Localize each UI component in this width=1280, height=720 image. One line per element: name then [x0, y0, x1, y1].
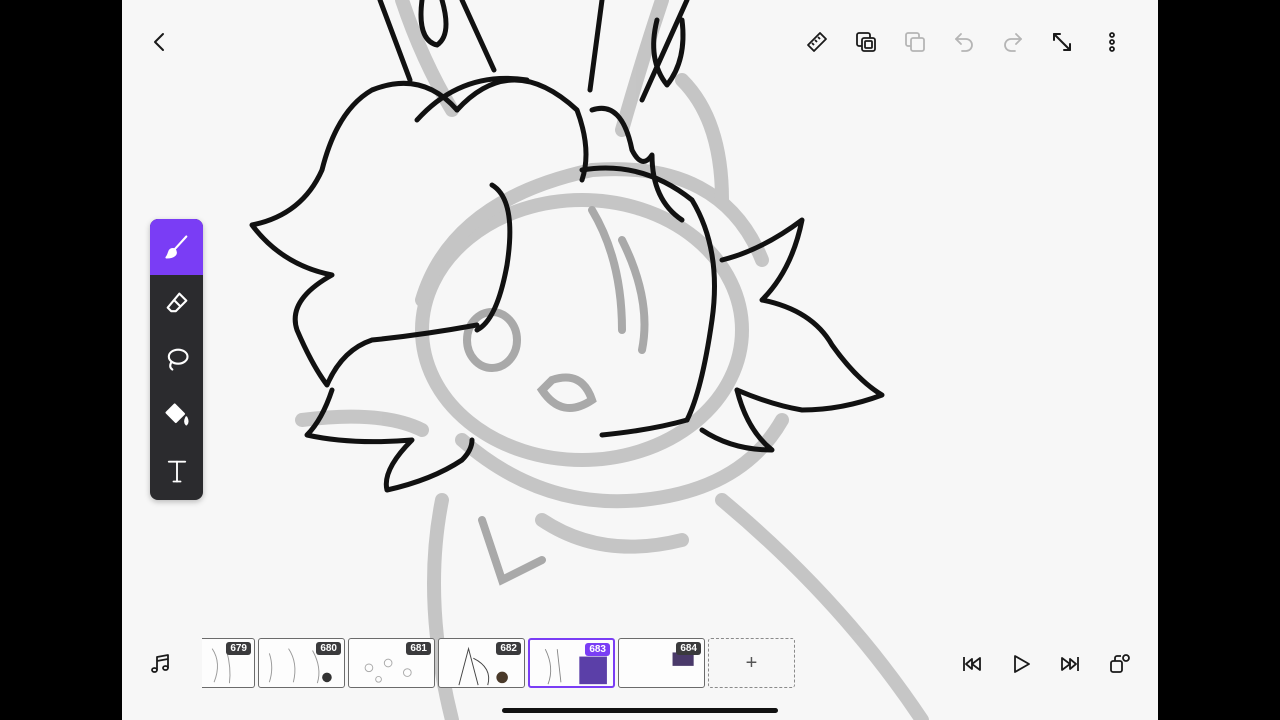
tool-palette — [150, 219, 203, 500]
redo-icon — [1004, 33, 1022, 52]
text-icon — [167, 460, 186, 483]
layers-icon — [1110, 654, 1130, 673]
home-indicator — [502, 708, 778, 713]
frame-thumbnail[interactable]: 684 — [618, 638, 705, 688]
more-button[interactable] — [1098, 28, 1126, 56]
play-button[interactable] — [1007, 650, 1035, 678]
frame-number: 681 — [406, 642, 431, 655]
music-button[interactable] — [146, 650, 174, 678]
skip-forward-button[interactable] — [1056, 650, 1084, 678]
layers-button[interactable] — [1106, 650, 1134, 678]
frame-thumbnail[interactable]: 681 — [348, 638, 435, 688]
ruler-button[interactable] — [803, 28, 831, 56]
redo-button[interactable] — [999, 28, 1027, 56]
onion-skin-icon — [856, 32, 876, 52]
lasso-tool[interactable] — [150, 331, 203, 387]
sketch-layer — [295, 0, 929, 720]
music-note-icon — [151, 654, 169, 673]
frame-thumbnail[interactable]: 680 — [258, 638, 345, 688]
skip-forward-icon — [1061, 657, 1079, 671]
drawing-canvas[interactable] — [122, 0, 1158, 720]
frame-number: 682 — [496, 642, 521, 655]
add-frame-label: + — [745, 651, 758, 674]
frame-number: 683 — [585, 643, 610, 656]
undo-button[interactable] — [950, 28, 978, 56]
fill-tool[interactable] — [150, 387, 203, 443]
frame-timeline[interactable]: 679 680 681 682 683 684 + — [202, 638, 802, 688]
text-tool[interactable] — [150, 443, 203, 499]
chevron-left-icon — [154, 33, 164, 51]
brush-tool[interactable] — [150, 219, 203, 275]
add-frame-button[interactable]: + — [708, 638, 795, 688]
eraser-icon — [166, 292, 187, 313]
skip-back-icon — [963, 657, 981, 671]
expand-icon — [1053, 33, 1071, 51]
more-vertical-icon — [1109, 32, 1115, 52]
skip-back-button[interactable] — [958, 650, 986, 678]
frame-thumbnail-current[interactable]: 683 — [528, 638, 615, 688]
play-icon — [1014, 655, 1030, 673]
duplicate-disabled-icon — [905, 32, 925, 52]
frame-thumbnail[interactable]: 679 — [202, 638, 255, 688]
duplicate-button[interactable] — [901, 28, 929, 56]
ruler-icon — [807, 32, 827, 52]
lasso-icon — [167, 348, 189, 371]
frame-number: 679 — [226, 642, 251, 655]
frame-thumbnail[interactable]: 682 — [438, 638, 525, 688]
frame-number: 684 — [676, 642, 701, 655]
eraser-tool[interactable] — [150, 275, 203, 331]
brush-icon — [164, 235, 187, 259]
undo-icon — [955, 33, 973, 52]
frame-number: 680 — [316, 642, 341, 655]
expand-button[interactable] — [1048, 28, 1076, 56]
fill-bucket-icon — [164, 403, 189, 426]
onion-skin-button[interactable] — [852, 28, 880, 56]
back-button[interactable] — [146, 28, 174, 56]
animation-app: 679 680 681 682 683 684 + — [122, 0, 1158, 720]
